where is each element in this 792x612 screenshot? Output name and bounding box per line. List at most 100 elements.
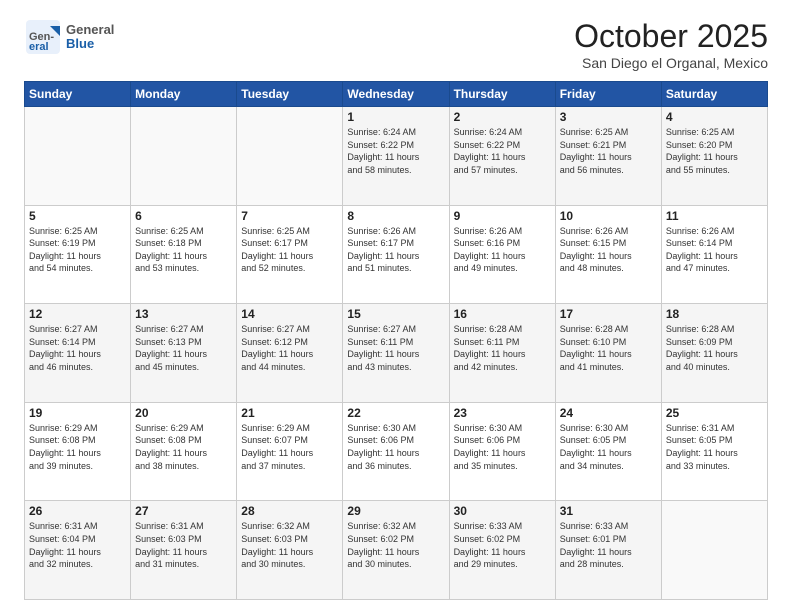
day-number: 21: [241, 406, 338, 420]
logo-text: General Blue: [66, 23, 114, 52]
calendar-body: 1 Sunrise: 6:24 AM Sunset: 6:22 PM Daylig…: [25, 107, 768, 600]
location: San Diego el Organal, Mexico: [574, 55, 768, 71]
day-info: Sunrise: 6:28 AM Sunset: 6:09 PM Dayligh…: [666, 323, 763, 373]
header-row: SundayMondayTuesdayWednesdayThursdayFrid…: [25, 82, 768, 107]
day-number: 22: [347, 406, 444, 420]
day-number: 14: [241, 307, 338, 321]
day-info: Sunrise: 6:26 AM Sunset: 6:15 PM Dayligh…: [560, 225, 657, 275]
day-number: 28: [241, 504, 338, 518]
day-cell: 1 Sunrise: 6:24 AM Sunset: 6:22 PM Daylig…: [343, 107, 449, 206]
day-info: Sunrise: 6:26 AM Sunset: 6:14 PM Dayligh…: [666, 225, 763, 275]
day-cell: 9Sunrise: 6:26 AM Sunset: 6:16 PM Daylig…: [449, 205, 555, 304]
day-cell: 20 Sunrise: 6:29 AM Sunset: 6:08 PM Dayli…: [131, 402, 237, 501]
day-cell: 21 Sunrise: 6:29 AM Sunset: 6:07 PM Dayli…: [237, 402, 343, 501]
week-row-1: 5Sunrise: 6:25 AM Sunset: 6:19 PM Daylig…: [25, 205, 768, 304]
day-number: 6: [135, 209, 232, 223]
day-number: 4: [666, 110, 763, 124]
day-info: Sunrise: 6:26 AM Sunset: 6:17 PM Dayligh…: [347, 225, 444, 275]
day-info: Sunrise: 6:26 AM Sunset: 6:16 PM Dayligh…: [454, 225, 551, 275]
month-title: October 2025: [574, 18, 768, 55]
day-number: 29: [347, 504, 444, 518]
day-cell: 26 Sunrise: 6:31 AM Sunset: 6:04 PM Dayli…: [25, 501, 131, 600]
day-number: 18: [666, 307, 763, 321]
day-number: 1: [347, 110, 444, 124]
day-cell: 19 Sunrise: 6:29 AM Sunset: 6:08 PM Dayli…: [25, 402, 131, 501]
day-number: 8: [347, 209, 444, 223]
day-number: 12: [29, 307, 126, 321]
day-info: Sunrise: 6:31 AM Sunset: 6:04 PM Dayligh…: [29, 520, 126, 570]
day-info: Sunrise: 6:30 AM Sunset: 6:05 PM Dayligh…: [560, 422, 657, 472]
day-info: Sunrise: 6:25 AM Sunset: 6:20 PM Dayligh…: [666, 126, 763, 176]
day-cell: 17 Sunrise: 6:28 AM Sunset: 6:10 PM Dayli…: [555, 304, 661, 403]
day-cell: [661, 501, 767, 600]
logo-icon: Gen- eral: [24, 18, 62, 56]
day-cell: 5Sunrise: 6:25 AM Sunset: 6:19 PM Daylig…: [25, 205, 131, 304]
day-cell: 25 Sunrise: 6:31 AM Sunset: 6:05 PM Dayli…: [661, 402, 767, 501]
day-number: 15: [347, 307, 444, 321]
day-info: Sunrise: 6:30 AM Sunset: 6:06 PM Dayligh…: [454, 422, 551, 472]
day-number: 17: [560, 307, 657, 321]
day-info: Sunrise: 6:29 AM Sunset: 6:07 PM Dayligh…: [241, 422, 338, 472]
day-number: 2: [454, 110, 551, 124]
day-info: Sunrise: 6:32 AM Sunset: 6:03 PM Dayligh…: [241, 520, 338, 570]
day-cell: 30 Sunrise: 6:33 AM Sunset: 6:02 PM Dayli…: [449, 501, 555, 600]
calendar-header: SundayMondayTuesdayWednesdayThursdayFrid…: [25, 82, 768, 107]
day-cell: [25, 107, 131, 206]
day-number: 20: [135, 406, 232, 420]
day-cell: 12 Sunrise: 6:27 AM Sunset: 6:14 PM Dayli…: [25, 304, 131, 403]
day-info: Sunrise: 6:31 AM Sunset: 6:05 PM Dayligh…: [666, 422, 763, 472]
logo-blue: Blue: [66, 37, 114, 51]
day-info: Sunrise: 6:29 AM Sunset: 6:08 PM Dayligh…: [135, 422, 232, 472]
day-header-wednesday: Wednesday: [343, 82, 449, 107]
day-cell: 7 Sunrise: 6:25 AM Sunset: 6:17 PM Daylig…: [237, 205, 343, 304]
day-number: 24: [560, 406, 657, 420]
day-header-friday: Friday: [555, 82, 661, 107]
day-number: 11: [666, 209, 763, 223]
day-info: Sunrise: 6:32 AM Sunset: 6:02 PM Dayligh…: [347, 520, 444, 570]
day-cell: 15 Sunrise: 6:27 AM Sunset: 6:11 PM Dayli…: [343, 304, 449, 403]
day-number: 10: [560, 209, 657, 223]
header: Gen- eral General Blue October 2025 San …: [24, 18, 768, 71]
day-cell: 18 Sunrise: 6:28 AM Sunset: 6:09 PM Dayli…: [661, 304, 767, 403]
day-number: 30: [454, 504, 551, 518]
day-cell: 6Sunrise: 6:25 AM Sunset: 6:18 PM Daylig…: [131, 205, 237, 304]
day-cell: [237, 107, 343, 206]
logo-general: General: [66, 23, 114, 37]
day-info: Sunrise: 6:27 AM Sunset: 6:13 PM Dayligh…: [135, 323, 232, 373]
day-header-monday: Monday: [131, 82, 237, 107]
day-header-tuesday: Tuesday: [237, 82, 343, 107]
day-info: Sunrise: 6:29 AM Sunset: 6:08 PM Dayligh…: [29, 422, 126, 472]
day-info: Sunrise: 6:27 AM Sunset: 6:11 PM Dayligh…: [347, 323, 444, 373]
day-info: Sunrise: 6:28 AM Sunset: 6:10 PM Dayligh…: [560, 323, 657, 373]
day-cell: 14 Sunrise: 6:27 AM Sunset: 6:12 PM Dayli…: [237, 304, 343, 403]
week-row-0: 1 Sunrise: 6:24 AM Sunset: 6:22 PM Daylig…: [25, 107, 768, 206]
week-row-3: 19 Sunrise: 6:29 AM Sunset: 6:08 PM Dayli…: [25, 402, 768, 501]
day-number: 27: [135, 504, 232, 518]
day-cell: 16Sunrise: 6:28 AM Sunset: 6:11 PM Dayli…: [449, 304, 555, 403]
calendar: SundayMondayTuesdayWednesdayThursdayFrid…: [24, 81, 768, 600]
day-info: Sunrise: 6:25 AM Sunset: 6:17 PM Dayligh…: [241, 225, 338, 275]
day-number: 7: [241, 209, 338, 223]
title-block: October 2025 San Diego el Organal, Mexic…: [574, 18, 768, 71]
day-number: 19: [29, 406, 126, 420]
day-info: Sunrise: 6:33 AM Sunset: 6:02 PM Dayligh…: [454, 520, 551, 570]
day-number: 23: [454, 406, 551, 420]
day-cell: 31Sunrise: 6:33 AM Sunset: 6:01 PM Dayli…: [555, 501, 661, 600]
day-cell: 28 Sunrise: 6:32 AM Sunset: 6:03 PM Dayli…: [237, 501, 343, 600]
week-row-4: 26 Sunrise: 6:31 AM Sunset: 6:04 PM Dayli…: [25, 501, 768, 600]
day-info: Sunrise: 6:24 AM Sunset: 6:22 PM Dayligh…: [347, 126, 444, 176]
page: Gen- eral General Blue October 2025 San …: [0, 0, 792, 612]
day-cell: 4 Sunrise: 6:25 AM Sunset: 6:20 PM Daylig…: [661, 107, 767, 206]
day-info: Sunrise: 6:25 AM Sunset: 6:21 PM Dayligh…: [560, 126, 657, 176]
day-cell: 11 Sunrise: 6:26 AM Sunset: 6:14 PM Dayli…: [661, 205, 767, 304]
day-info: Sunrise: 6:27 AM Sunset: 6:14 PM Dayligh…: [29, 323, 126, 373]
day-number: 25: [666, 406, 763, 420]
day-number: 3: [560, 110, 657, 124]
day-cell: 10 Sunrise: 6:26 AM Sunset: 6:15 PM Dayli…: [555, 205, 661, 304]
day-cell: 24 Sunrise: 6:30 AM Sunset: 6:05 PM Dayli…: [555, 402, 661, 501]
day-cell: 8 Sunrise: 6:26 AM Sunset: 6:17 PM Daylig…: [343, 205, 449, 304]
day-number: 26: [29, 504, 126, 518]
day-info: Sunrise: 6:33 AM Sunset: 6:01 PM Dayligh…: [560, 520, 657, 570]
day-cell: 2Sunrise: 6:24 AM Sunset: 6:22 PM Daylig…: [449, 107, 555, 206]
day-info: Sunrise: 6:27 AM Sunset: 6:12 PM Dayligh…: [241, 323, 338, 373]
